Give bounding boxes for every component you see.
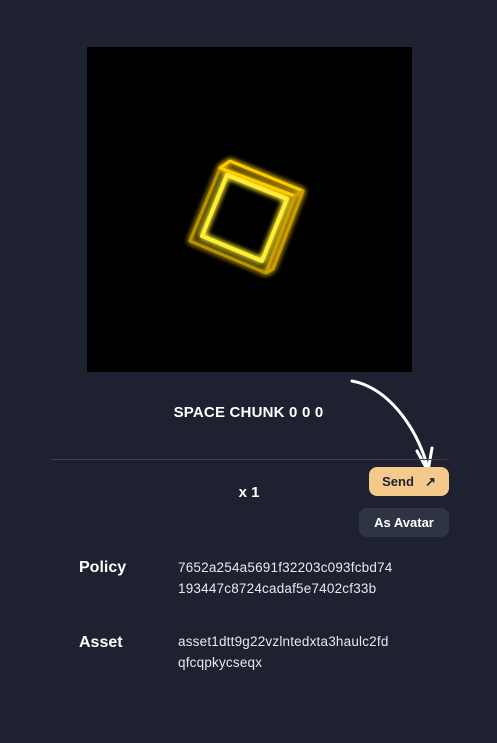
asset-label: Asset xyxy=(79,634,123,651)
policy-value-line-2: 193447c8724cadaf5e7402cf33b xyxy=(178,581,377,596)
set-as-avatar-button[interactable]: As Avatar xyxy=(359,508,449,537)
policy-value-line-1: 7652a254a5691f32203c093fcbd74 xyxy=(178,560,393,575)
send-button[interactable]: Send ↗ xyxy=(369,467,449,496)
asset-value-line-2: qfcqpkycseqx xyxy=(178,655,263,670)
curved-arrow-icon xyxy=(350,379,434,473)
nft-image xyxy=(87,47,412,372)
divider xyxy=(51,459,447,460)
asset-value: asset1dtt9g22vzlntedxta3haulc2fd qfcqpky… xyxy=(178,631,428,673)
policy-value: 7652a254a5691f32203c093fcbd74 193447c872… xyxy=(178,557,428,599)
policy-label: Policy xyxy=(79,559,127,576)
send-button-label: Send xyxy=(382,474,414,489)
glowing-cube-icon xyxy=(188,159,305,275)
asset-value-line-1: asset1dtt9g22vzlntedxta3haulc2fd xyxy=(178,634,389,649)
external-link-icon: ↗ xyxy=(424,474,436,489)
quantity-label: x 1 xyxy=(238,484,260,501)
